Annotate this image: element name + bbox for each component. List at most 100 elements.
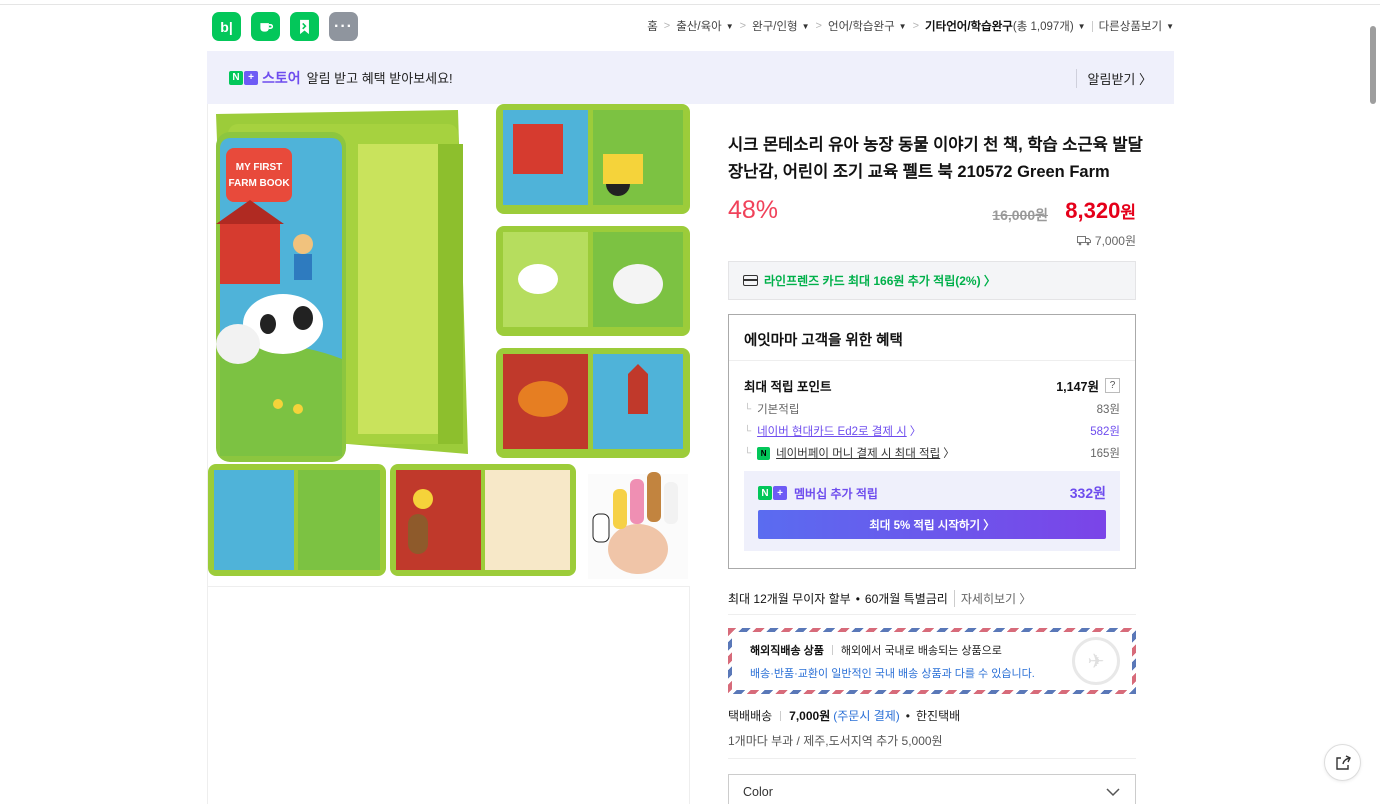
store-label: 스토어 [262,69,301,86]
membership-row: N + 멤버십 추가 적립 332원 [758,483,1106,503]
delivery-carrier: 한진택배 [915,709,961,723]
overseas-shipping-notice: 해외직배송 상품 해외에서 국내로 배송되는 상품으로 배송·반품·교환이 일반적… [728,628,1136,694]
credit-card-icon [743,275,758,286]
banner-text: 알림 받고 혜택 받아보세요! [306,71,453,86]
color-option-label: Color [743,785,773,799]
membership-value: 332원 [1069,485,1106,501]
share-button[interactable] [1324,744,1361,781]
installment-info: 최대 12개월 무이자 할부 • 60개월 특별금리 자세히보기 〉 [728,583,1136,615]
scrollbar-thumb[interactable] [1370,26,1376,104]
caret-down-icon: ▼ [898,21,907,31]
caret-down-icon: ▼ [725,21,734,31]
breadcrumb-category-2[interactable]: 완구/인형 [752,18,798,34]
installment-text: 최대 12개월 무이자 할부 [728,592,851,606]
breadcrumb-divider [1091,20,1093,32]
breadcrumb-separator: > [663,20,671,32]
sale-price-number: 8,320 [1065,198,1121,223]
product-main-image[interactable]: MY FIRST FARM BOOK [208,104,690,587]
svg-text:MY FIRST: MY FIRST [236,162,282,173]
breadcrumb-separator: > [815,20,822,32]
share-icon [1335,754,1351,770]
svg-text:FARM BOOK: FARM BOOK [228,178,290,189]
shipping-fee-value: 7,000원 [1094,234,1136,248]
card-points-value: 582원 [1090,426,1120,438]
divider [831,645,833,655]
bookmark-app-icon[interactable] [290,12,319,41]
max-points-label: 최대 적립 포인트 [744,380,832,394]
membership-label: 멤버십 추가 적립 [794,486,878,501]
plus-icon: + [244,70,258,85]
breadcrumb-separator: > [739,20,747,32]
color-option-select[interactable]: Color [728,774,1136,804]
tree-branch-icon: └ [744,447,752,459]
airplane-icon: ✈ [1072,637,1120,685]
discount-rate: 48% [728,196,779,224]
basic-points-value: 83원 [1096,404,1120,416]
tree-branch-icon: └ [744,425,752,437]
naver-plus-logo: N + [229,70,258,85]
card-promo-text: 라인프렌즈 카드 최대 166원 추가 적립(2%) 〉 [764,274,996,288]
cafe-app-icon[interactable] [251,12,280,41]
npay-points-value: 165원 [1090,448,1120,460]
basic-points-label: 기본적립 [757,404,800,416]
special-rate-text: 60개월 특별금리 [864,592,948,606]
delivery-fee: 7,000원 [789,709,831,723]
help-icon[interactable]: ? [1105,378,1120,393]
card-points-row: └ 네이버 현대카드 Ed2로 결제 시 〉 582원 [744,423,1120,439]
npay-money-link[interactable]: 네이버페이 머니 결제 시 최대 적립 [776,445,940,461]
naver-n-icon: N [229,70,243,85]
breadcrumb-category-4[interactable]: 기타언어/학습완구 [925,18,1013,34]
overseas-note: 배송·반품·교환이 일반적인 국내 배송 상품과 다를 수 있습니다. [750,668,1035,680]
breadcrumb-home[interactable]: 홈 [647,18,658,34]
more-apps-icon[interactable]: ··· [329,12,358,41]
membership-box: N + 멤버십 추가 적립 332원 최대 5% 적립 시작하기 〉 [744,471,1120,551]
delivery-type: 택배배송 [728,709,773,723]
customer-benefits-box: 에잇마마 고객을 위한 혜택 최대 적립 포인트 1,147원? └ 기본적립 8… [728,314,1136,569]
caret-down-icon: ▼ [1077,21,1086,31]
delivery-info: 택배배송 7,000원 (주문시 결제) • 한진택배 1개마다 부과 / 제주… [728,707,960,749]
chevron-right-icon: 〉 [943,448,955,460]
breadcrumb-separator: > [912,20,920,32]
overseas-desc: 해외에서 국내로 배송되는 상품으로 [840,645,1002,657]
delivery-extra: 1개마다 부과 / 제주,도서지역 추가 5,000원 [728,734,943,748]
benefits-title: 에잇마마 고객을 위한 혜택 [729,315,1135,361]
start-membership-button[interactable]: 최대 5% 적립 시작하기 〉 [758,510,1106,539]
product-title: 시크 몬테소리 유아 농장 동물 이야기 천 책, 학습 소근육 발달 장난감,… [728,136,1143,181]
max-points-value: 1,147원 [1056,380,1099,394]
naver-n-icon: N [758,486,772,500]
npay-points-row: └ N 네이버페이 머니 결제 시 최대 적립 〉 165원 [744,445,1120,461]
store-alert-banner: N + 스토어 알림 받고 혜택 받아보세요! 알림받기 〉 [207,51,1174,104]
breadcrumb: 홈 > 출산/육아 ▼ > 완구/인형 ▼ > 언어/학습완구 ▼ > 기타언어/학습… [647,18,1174,34]
blog-app-icon[interactable]: b| [212,12,241,41]
breadcrumb-count: (총 1,097개) [1012,21,1074,33]
chevron-down-icon [1106,788,1120,797]
bullet-dot: • [905,708,910,723]
breadcrumb-category-1[interactable]: 출산/육아 [676,18,722,34]
truck-icon [1076,236,1091,246]
original-price: 16,000원 [992,207,1048,223]
basic-points-row: └ 기본적립 83원 [744,401,1120,417]
naver-plus-logo: N + [758,486,787,500]
sale-price: 8,320원 [1065,198,1136,224]
top-divider [0,0,1380,5]
card-promo-banner[interactable]: 라인프렌즈 카드 최대 166원 추가 적립(2%) 〉 [728,261,1136,300]
app-icons-bar: b| ··· [212,12,358,41]
section-divider [728,758,1136,759]
sale-price-unit: 원 [1120,203,1136,222]
breadcrumb-category-3[interactable]: 언어/학습완구 [828,18,895,34]
bullet-dot: • [855,591,860,606]
divider [780,710,782,721]
page-scrollbar[interactable] [1366,0,1380,804]
other-products-link[interactable]: 다른상품보기 [1099,18,1162,34]
hyundai-card-link[interactable]: 네이버 현대카드 Ed2로 결제 시 [757,423,907,439]
installment-details-link[interactable]: 자세히보기 〉 [953,590,1031,607]
naver-pay-icon: N [757,446,771,460]
max-points-row: 최대 적립 포인트 1,147원? [744,376,1120,395]
plus-icon: + [773,486,787,500]
caret-down-icon: ▼ [1166,21,1174,31]
subscribe-alert-button[interactable]: 알림받기 〉 [1075,69,1152,88]
overseas-label: 해외직배송 상품 [750,645,824,657]
shipping-fee: 7,000원 [1076,232,1136,249]
tree-branch-icon: └ [744,403,752,415]
delivery-fee-note: (주문시 결제) [833,709,900,723]
